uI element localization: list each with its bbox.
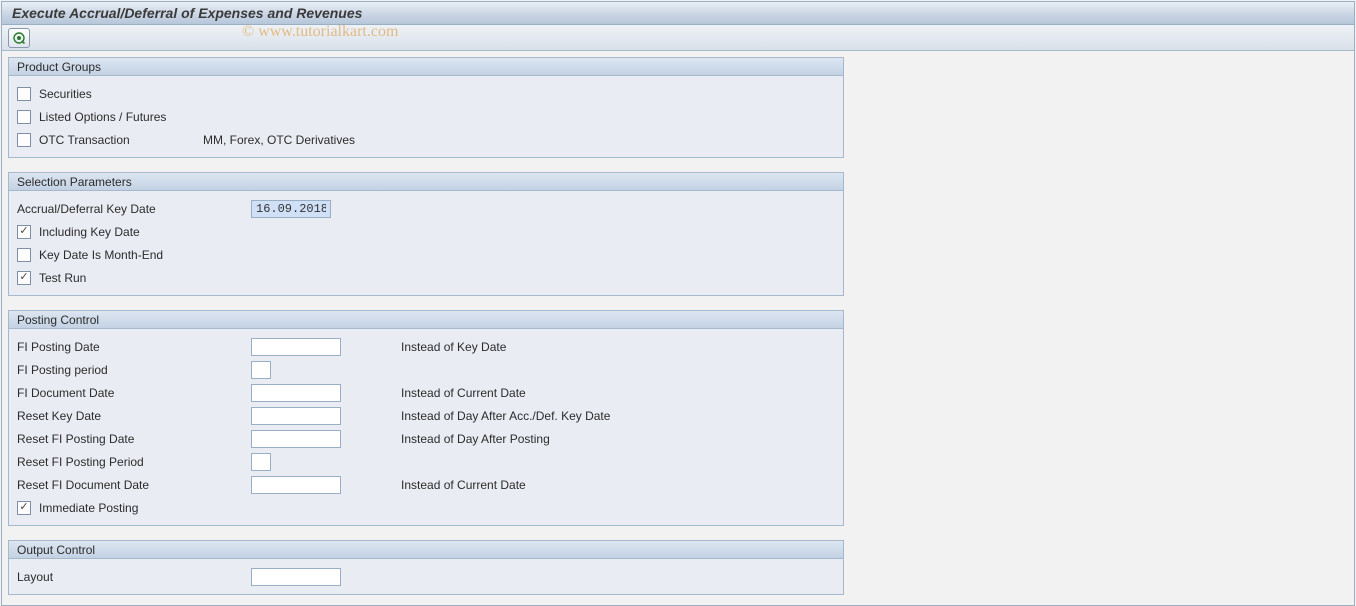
label-key-date-month-end: Key Date Is Month-End: [39, 248, 169, 262]
hint-reset-fi-posting-date: Instead of Day After Posting: [401, 432, 550, 446]
input-reset-fi-posting-date[interactable]: [251, 430, 341, 448]
input-reset-fi-doc-date[interactable]: [251, 476, 341, 494]
label-including-key-date: Including Key Date: [39, 225, 146, 239]
label-fi-posting-period: FI Posting period: [17, 363, 247, 377]
input-fi-posting-period[interactable]: [251, 361, 271, 379]
label-reset-fi-posting-period: Reset FI Posting Period: [17, 455, 247, 469]
hint-reset-key-date: Instead of Day After Acc./Def. Key Date: [401, 409, 610, 423]
input-reset-fi-posting-period[interactable]: [251, 453, 271, 471]
input-fi-posting-date[interactable]: [251, 338, 341, 356]
checkbox-test-run[interactable]: ✓: [17, 271, 31, 285]
checkbox-securities[interactable]: [17, 87, 31, 101]
toolbar: © www.tutorialkart.com: [2, 25, 1354, 51]
label-immediate-posting: Immediate Posting: [39, 501, 144, 515]
label-securities: Securities: [39, 87, 98, 101]
input-reset-key-date[interactable]: [251, 407, 341, 425]
group-output-control: Output Control Layout: [8, 540, 844, 595]
label-accrual-key-date: Accrual/Deferral Key Date: [17, 202, 247, 216]
label-reset-fi-posting-date: Reset FI Posting Date: [17, 432, 247, 446]
label-reset-key-date: Reset Key Date: [17, 409, 247, 423]
label-listed-options: Listed Options / Futures: [39, 110, 172, 124]
checkbox-listed-options[interactable]: [17, 110, 31, 124]
input-accrual-key-date[interactable]: [251, 200, 331, 218]
execute-icon: [12, 31, 26, 45]
checkbox-otc-transaction[interactable]: [17, 133, 31, 147]
input-layout[interactable]: [251, 568, 341, 586]
group-header-output: Output Control: [9, 541, 843, 559]
label-reset-fi-doc-date: Reset FI Document Date: [17, 478, 247, 492]
group-product-groups: Product Groups Securities Listed Options…: [8, 57, 844, 158]
group-header-posting: Posting Control: [9, 311, 843, 329]
content-area: Product Groups Securities Listed Options…: [2, 51, 1354, 605]
label-otc-sub: MM, Forex, OTC Derivatives: [203, 133, 355, 147]
page-title: Execute Accrual/Deferral of Expenses and…: [2, 2, 1354, 25]
checkbox-key-date-month-end[interactable]: [17, 248, 31, 262]
group-selection-parameters: Selection Parameters Accrual/Deferral Ke…: [8, 172, 844, 296]
checkbox-including-key-date[interactable]: ✓: [17, 225, 31, 239]
label-fi-doc-date: FI Document Date: [17, 386, 247, 400]
hint-fi-doc-date: Instead of Current Date: [401, 386, 526, 400]
watermark: © www.tutorialkart.com: [242, 23, 398, 41]
hint-reset-fi-doc-date: Instead of Current Date: [401, 478, 526, 492]
input-fi-doc-date[interactable]: [251, 384, 341, 402]
checkbox-immediate-posting[interactable]: ✓: [17, 501, 31, 515]
form-column: Product Groups Securities Listed Options…: [8, 57, 844, 599]
execute-button[interactable]: [8, 28, 30, 48]
app-window: Execute Accrual/Deferral of Expenses and…: [1, 1, 1355, 606]
label-test-run: Test Run: [39, 271, 92, 285]
label-layout: Layout: [17, 570, 247, 584]
hint-fi-posting-date: Instead of Key Date: [401, 340, 506, 354]
label-fi-posting-date: FI Posting Date: [17, 340, 247, 354]
group-header-product: Product Groups: [9, 58, 843, 76]
group-header-selection: Selection Parameters: [9, 173, 843, 191]
label-otc-transaction: OTC Transaction: [39, 133, 179, 147]
group-posting-control: Posting Control FI Posting Date Instead …: [8, 310, 844, 526]
